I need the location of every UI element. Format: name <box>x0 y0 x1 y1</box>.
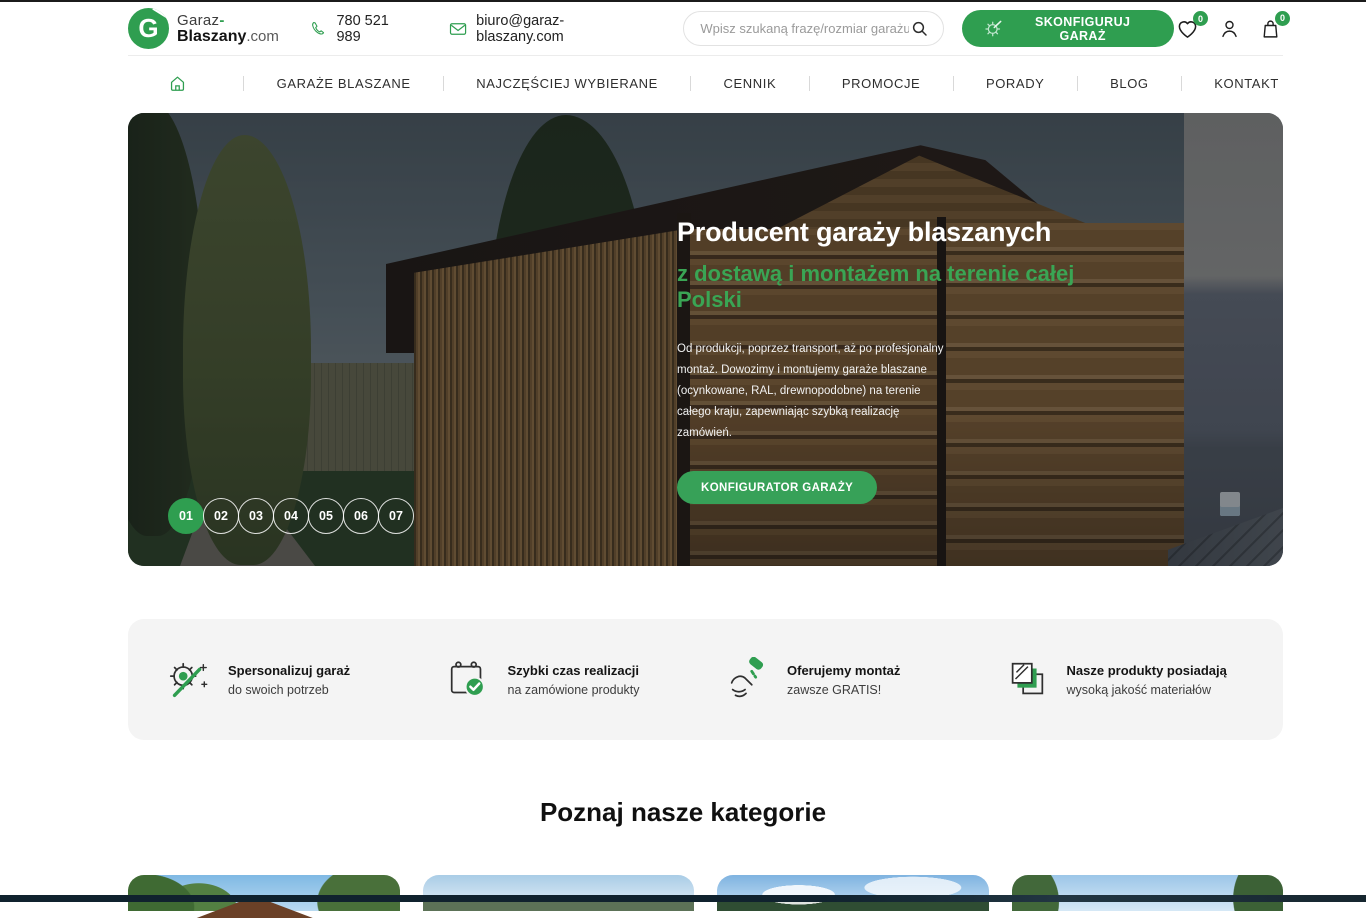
hero-subtitle: z dostawą i montażem na terenie całej Po… <box>677 261 1137 313</box>
category-card[interactable] <box>128 875 400 911</box>
logo-text: Garaz- Blaszany.com <box>177 13 279 45</box>
feature-subtitle: wysoką jakość materiałów <box>1067 683 1227 697</box>
hero-title: Producent garaży blaszanych <box>677 217 1137 248</box>
feature-title: Oferujemy montaż <box>787 663 900 678</box>
garage-configurator-button[interactable]: KONFIGURATOR GARAŻY <box>677 471 877 504</box>
wishlist-count-badge: 0 <box>1193 11 1208 26</box>
calendar-check-icon <box>445 657 491 703</box>
nav-item-kontakt[interactable]: KONTAKT <box>1210 70 1283 97</box>
cart-button[interactable]: 0 <box>1258 16 1283 42</box>
gear-wrench-icon <box>984 19 1003 39</box>
slider-dot-04[interactable]: 04 <box>273 498 309 534</box>
slider-dot-02[interactable]: 02 <box>203 498 239 534</box>
category-card[interactable] <box>1012 875 1284 911</box>
feature-title: Spersonalizuj garaż <box>228 663 350 678</box>
phone-icon <box>310 20 327 38</box>
logo[interactable]: G Garaz- Blaszany.com <box>128 8 288 49</box>
wishlist-button[interactable]: 0 <box>1174 16 1201 41</box>
feature-personalize: Spersonalizuj garaż do swoich potrzeb <box>165 657 445 703</box>
logo-tld: .com <box>246 28 279 45</box>
nav-item-najczesciej-wybierane[interactable]: NAJCZĘŚCIEJ WYBIERANE <box>472 70 662 97</box>
user-icon <box>1219 18 1240 39</box>
mail-icon <box>449 21 467 37</box>
feature-subtitle: do swoich potrzeb <box>228 683 350 697</box>
nav-item-promocje[interactable]: PROMOCJE <box>838 70 924 97</box>
slider-dots: 01 02 03 04 05 06 07 <box>168 498 413 534</box>
feature-fast-delivery: Szybki czas realizacji na zamówione prod… <box>445 657 725 703</box>
bottom-window-edge <box>0 895 1366 902</box>
category-card[interactable] <box>423 875 695 911</box>
slider-dot-06[interactable]: 06 <box>343 498 379 534</box>
nav-item-porady[interactable]: PORADY <box>982 70 1049 97</box>
home-icon <box>168 74 187 93</box>
phone-number: 780 521 989 <box>336 13 413 45</box>
hero-description: Od produkcji, poprzez transport, aż po p… <box>677 339 957 444</box>
email-address: biuro@garaz-blaszany.com <box>476 13 643 45</box>
header-icons: 0 0 <box>1174 16 1283 42</box>
nav-separator <box>443 76 444 91</box>
nav-separator <box>809 76 810 91</box>
hero-content: Producent garaży blaszanych z dostawą i … <box>677 217 1137 504</box>
feature-quality-materials: Nasze produkty posiadają wysoką jakość m… <box>1004 657 1284 703</box>
features-bar: Spersonalizuj garaż do swoich potrzeb Sz… <box>128 619 1283 740</box>
nav-home-link[interactable] <box>128 74 215 93</box>
logo-icon: G <box>128 8 169 49</box>
nav-separator <box>1077 76 1078 91</box>
category-card[interactable] <box>717 875 989 911</box>
nav-item-cennik[interactable]: CENNIK <box>720 70 781 97</box>
feature-text: Nasze produkty posiadają wysoką jakość m… <box>1067 663 1227 697</box>
phone-link[interactable]: 780 521 989 <box>310 13 413 45</box>
section-title: Poznaj nasze kategorie <box>0 797 1366 828</box>
slider-dot-07[interactable]: 07 <box>378 498 414 534</box>
feature-text: Oferujemy montaż zawsze GRATIS! <box>787 663 900 697</box>
logo-line1: Garaz <box>177 12 219 29</box>
logo-dash: - <box>219 12 224 29</box>
slider-dot-05[interactable]: 05 <box>308 498 344 534</box>
main-navigation: GARAŻE BLASZANE NAJCZĘŚCIEJ WYBIERANE CE… <box>128 56 1283 111</box>
feature-text: Spersonalizuj garaż do swoich potrzeb <box>228 663 350 697</box>
nav-separator <box>243 76 244 91</box>
quality-panels-icon <box>1004 657 1050 703</box>
mounting-tool-icon <box>724 657 770 703</box>
feature-free-installation: Oferujemy montaż zawsze GRATIS! <box>724 657 1004 703</box>
cart-count-badge: 0 <box>1275 11 1290 26</box>
magic-wand-gear-icon <box>165 657 211 703</box>
nav-separator <box>1181 76 1182 91</box>
feature-subtitle: zawsze GRATIS! <box>787 683 900 697</box>
search-input[interactable] <box>700 21 909 36</box>
hero-slider: Producent garaży blaszanych z dostawą i … <box>128 113 1283 566</box>
logo-letter: G <box>138 13 158 44</box>
header: G Garaz- Blaszany.com 780 521 989 biuro@… <box>128 2 1283 56</box>
feature-subtitle: na zamówione produkty <box>508 683 640 697</box>
nav-separator <box>690 76 691 91</box>
slider-dot-03[interactable]: 03 <box>238 498 274 534</box>
configure-garage-label: SKONFIGURUJ GARAŻ <box>1013 15 1152 43</box>
configure-garage-button[interactable]: SKONFIGURUJ GARAŻ <box>962 10 1174 47</box>
search-box <box>683 11 944 46</box>
feature-text: Szybki czas realizacji na zamówione prod… <box>508 663 640 697</box>
nav-separator <box>953 76 954 91</box>
feature-title: Nasze produkty posiadają <box>1067 663 1227 678</box>
search-icon <box>911 20 929 38</box>
search-button[interactable] <box>909 18 931 40</box>
slider-dot-01[interactable]: 01 <box>168 498 204 534</box>
nav-item-garaze-blaszane[interactable]: GARAŻE BLASZANE <box>273 70 415 97</box>
category-grid <box>128 875 1283 911</box>
logo-brand: Blaszany <box>177 28 246 45</box>
feature-title: Szybki czas realizacji <box>508 663 640 678</box>
nav-item-blog[interactable]: BLOG <box>1106 70 1153 97</box>
email-link[interactable]: biuro@garaz-blaszany.com <box>449 13 643 45</box>
account-button[interactable] <box>1217 16 1242 41</box>
